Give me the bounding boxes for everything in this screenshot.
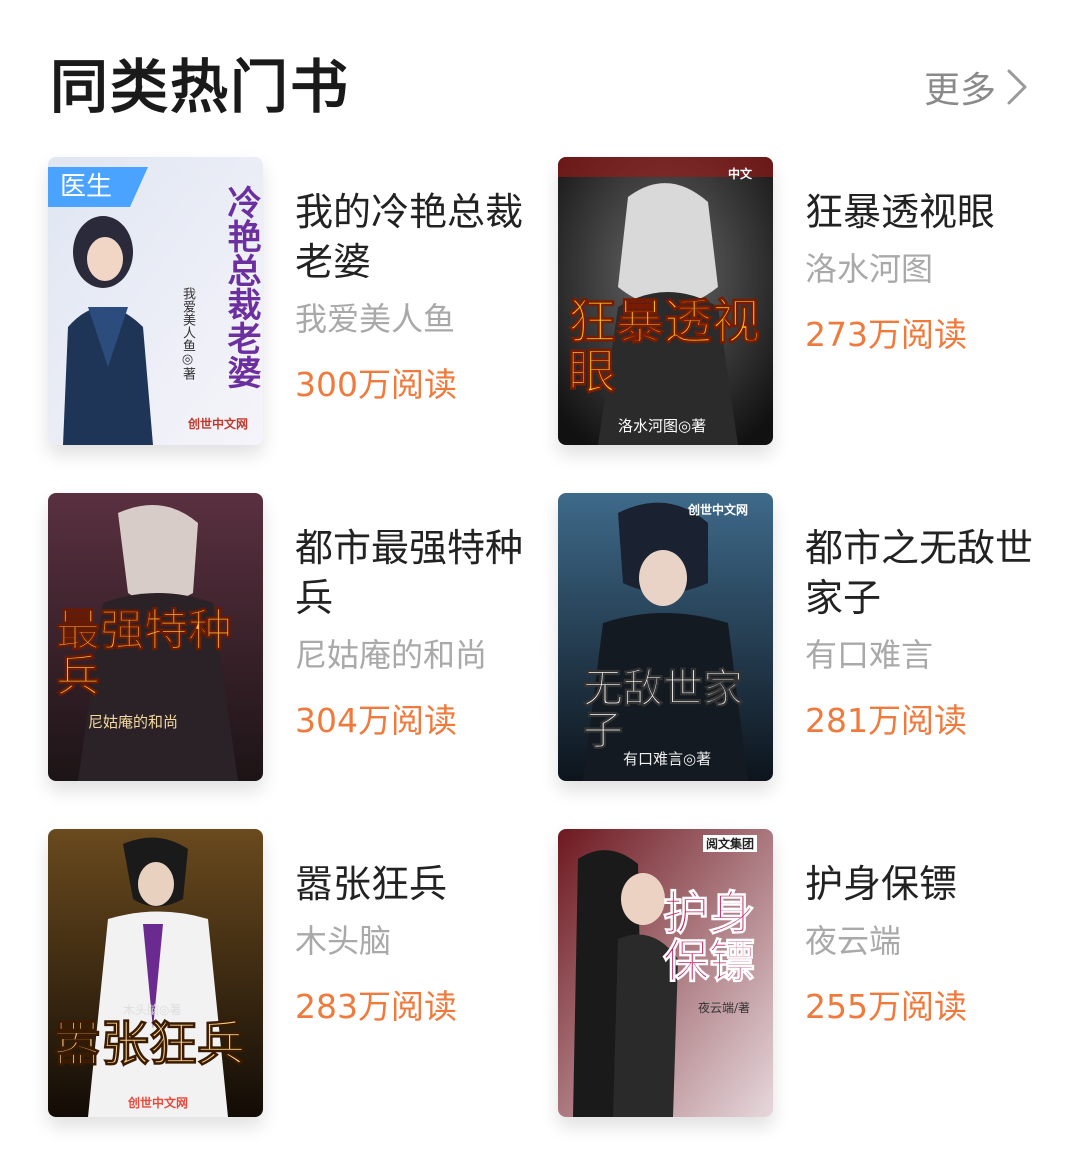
chevron-right-icon bbox=[1006, 67, 1028, 107]
cover-author-art: 我爱美人鱼◎著 bbox=[180, 287, 195, 380]
cover-title-art: 护身保镖 bbox=[663, 886, 756, 989]
book-author: 洛水河图 bbox=[805, 250, 934, 288]
section-header: 同类热门书 更多 bbox=[50, 52, 1028, 122]
cover-title-art: 最强特种兵 bbox=[56, 605, 233, 703]
book-read-count: 283万阅读 bbox=[295, 987, 457, 1026]
book-info: 嚣张狂兵 木头脑 283万阅读 bbox=[295, 859, 525, 1029]
book-cover[interactable]: 最强特种兵 尼姑庵的和尚 bbox=[48, 493, 263, 781]
cover-logo: 创世中文网 bbox=[688, 503, 749, 517]
book-card[interactable]: 最强特种兵 尼姑庵的和尚 都市最强特种兵 尼姑庵的和尚 304万阅读 bbox=[48, 493, 558, 783]
book-card[interactable]: 护身保镖 夜云端/著 阅文集团 护身保镖 夜云端 255万阅读 bbox=[558, 829, 1068, 1119]
book-title[interactable]: 我的冷艳总裁老婆 bbox=[295, 187, 525, 287]
more-label: 更多 bbox=[923, 70, 996, 111]
book-read-count: 300万阅读 bbox=[295, 365, 457, 404]
book-read-count: 281万阅读 bbox=[805, 701, 967, 740]
cover-author-art: 尼姑庵的和尚 bbox=[88, 713, 179, 731]
book-card[interactable]: 医生 冷艳总裁老婆 我爱美人鱼◎著 创世中文网 我的冷艳总裁老婆 我爱美人鱼 3… bbox=[48, 157, 558, 447]
book-title[interactable]: 护身保镖 bbox=[805, 859, 1035, 909]
book-author: 夜云端 bbox=[805, 922, 902, 960]
section-title: 同类热门书 bbox=[50, 53, 351, 121]
cover-author-art: 夜云端/著 bbox=[698, 1001, 751, 1015]
cover-title-art: 嚣张狂兵 bbox=[53, 1016, 246, 1072]
book-cover[interactable]: 医生 冷艳总裁老婆 我爱美人鱼◎著 创世中文网 bbox=[48, 157, 263, 445]
book-info: 都市之无敌世家子 有口难言 281万阅读 bbox=[805, 523, 1035, 743]
book-read-count: 273万阅读 bbox=[805, 315, 967, 354]
cover-logo: 中文 bbox=[728, 167, 753, 181]
book-read-count: 304万阅读 bbox=[295, 701, 457, 740]
book-card[interactable]: 无敌世家子 有口难言◎著 创世中文网 都市之无敌世家子 有口难言 281万阅读 bbox=[558, 493, 1068, 783]
book-author: 我爱美人鱼 bbox=[295, 300, 456, 338]
book-title[interactable]: 都市之无敌世家子 bbox=[805, 523, 1035, 623]
book-card[interactable]: 狂暴透视眼 洛水河图◎著 中文 狂暴透视眼 洛水河图 273万阅读 bbox=[558, 157, 1068, 447]
book-cover[interactable]: 护身保镖 夜云端/著 阅文集团 bbox=[558, 829, 773, 1117]
book-cover[interactable]: 无敌世家子 有口难言◎著 创世中文网 bbox=[558, 493, 773, 781]
cover-author-art: 洛水河图◎著 bbox=[618, 417, 707, 435]
cover-title-art: 狂暴透视眼 bbox=[568, 294, 761, 401]
cover-logo: 创世中文网 bbox=[128, 1096, 189, 1110]
book-card[interactable]: 嚣张狂兵 木头脑◎著 创世中文网 嚣张狂兵 木头脑 283万阅读 bbox=[48, 829, 558, 1119]
book-title[interactable]: 都市最强特种兵 bbox=[295, 523, 525, 623]
cover-logo: 阅文集团 bbox=[703, 835, 758, 852]
cover-title-art: 无敌世家子 bbox=[583, 665, 744, 754]
book-info: 护身保镖 夜云端 255万阅读 bbox=[805, 859, 1035, 1029]
book-cover[interactable]: 狂暴透视眼 洛水河图◎著 中文 bbox=[558, 157, 773, 445]
book-info: 狂暴透视眼 洛水河图 273万阅读 bbox=[805, 187, 1035, 357]
book-title[interactable]: 嚣张狂兵 bbox=[295, 859, 525, 909]
cover-author-art: 木头脑◎著 bbox=[123, 1003, 182, 1017]
book-title[interactable]: 狂暴透视眼 bbox=[805, 187, 1035, 237]
more-button[interactable]: 更多 bbox=[924, 62, 1028, 112]
book-author: 尼姑庵的和尚 bbox=[295, 636, 488, 674]
book-cover[interactable]: 嚣张狂兵 木头脑◎著 创世中文网 bbox=[48, 829, 263, 1117]
cover-author-art: 有口难言◎著 bbox=[623, 750, 712, 768]
book-read-count: 255万阅读 bbox=[805, 987, 967, 1026]
book-info: 都市最强特种兵 尼姑庵的和尚 304万阅读 bbox=[295, 523, 525, 743]
cover-logo: 创世中文网 bbox=[188, 417, 249, 431]
book-info: 我的冷艳总裁老婆 我爱美人鱼 300万阅读 bbox=[295, 187, 525, 407]
book-author: 木头脑 bbox=[295, 922, 392, 960]
book-author: 有口难言 bbox=[805, 636, 934, 674]
